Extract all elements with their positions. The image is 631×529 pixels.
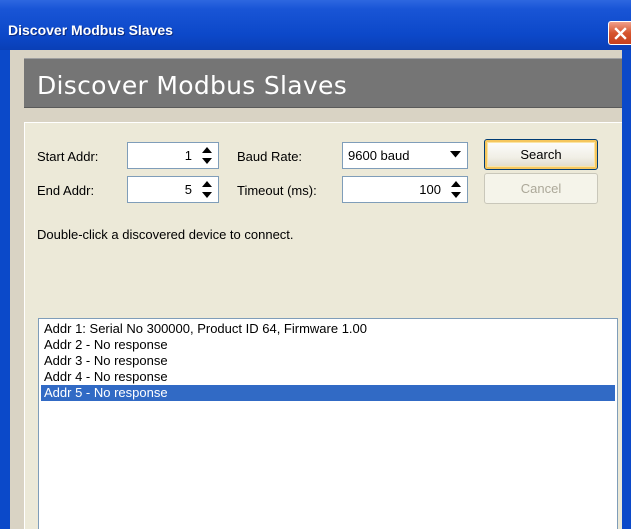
list-item[interactable]: Addr 2 - No response xyxy=(41,337,615,353)
title-bar[interactable]: Discover Modbus Slaves xyxy=(0,0,631,50)
timeout-spinner[interactable]: 100 xyxy=(342,176,468,203)
close-button[interactable] xyxy=(608,21,631,45)
baud-rate-value: 9600 baud xyxy=(348,148,410,163)
list-item[interactable]: Addr 5 - No response xyxy=(41,385,615,401)
baud-rate-label: Baud Rate: xyxy=(237,149,303,164)
dialog-client-area: Discover Modbus Slaves Start Addr: 1 Bau… xyxy=(10,50,622,529)
list-item[interactable]: Addr 3 - No response xyxy=(41,353,615,369)
window-frame-right xyxy=(622,50,631,529)
end-addr-label: End Addr: xyxy=(37,183,95,198)
discover-modbus-slaves-window: Discover Modbus Slaves Discover Modbus S… xyxy=(0,0,631,529)
close-icon xyxy=(614,27,627,40)
start-addr-value[interactable]: 1 xyxy=(185,148,192,163)
discovered-devices-list[interactable]: Addr 1: Serial No 300000, Product ID 64,… xyxy=(38,318,618,529)
spin-up-down-icon[interactable] xyxy=(200,179,214,200)
header-banner: Discover Modbus Slaves xyxy=(24,58,622,108)
start-addr-label: Start Addr: xyxy=(37,149,99,164)
start-addr-spinner[interactable]: 1 xyxy=(127,142,219,169)
list-item[interactable]: Addr 4 - No response xyxy=(41,369,615,385)
baud-rate-select[interactable]: 9600 baud xyxy=(342,142,468,169)
page-title: Discover Modbus Slaves xyxy=(37,71,348,100)
window-frame-left xyxy=(0,50,10,529)
end-addr-value[interactable]: 5 xyxy=(185,182,192,197)
timeout-value[interactable]: 100 xyxy=(419,182,441,197)
search-button[interactable]: Search xyxy=(484,139,598,170)
list-item[interactable]: Addr 1: Serial No 300000, Product ID 64,… xyxy=(41,321,615,337)
cancel-button[interactable]: Cancel xyxy=(484,173,598,204)
chevron-down-icon[interactable] xyxy=(450,151,461,158)
timeout-label: Timeout (ms): xyxy=(237,183,317,198)
spin-up-down-icon[interactable] xyxy=(200,145,214,166)
discovery-panel: Start Addr: 1 Baud Rate: 9600 baud Searc… xyxy=(24,122,622,529)
end-addr-spinner[interactable]: 5 xyxy=(127,176,219,203)
window-title: Discover Modbus Slaves xyxy=(8,22,173,38)
spin-up-down-icon[interactable] xyxy=(449,179,463,200)
instructions-text: Double-click a discovered device to conn… xyxy=(37,227,294,242)
